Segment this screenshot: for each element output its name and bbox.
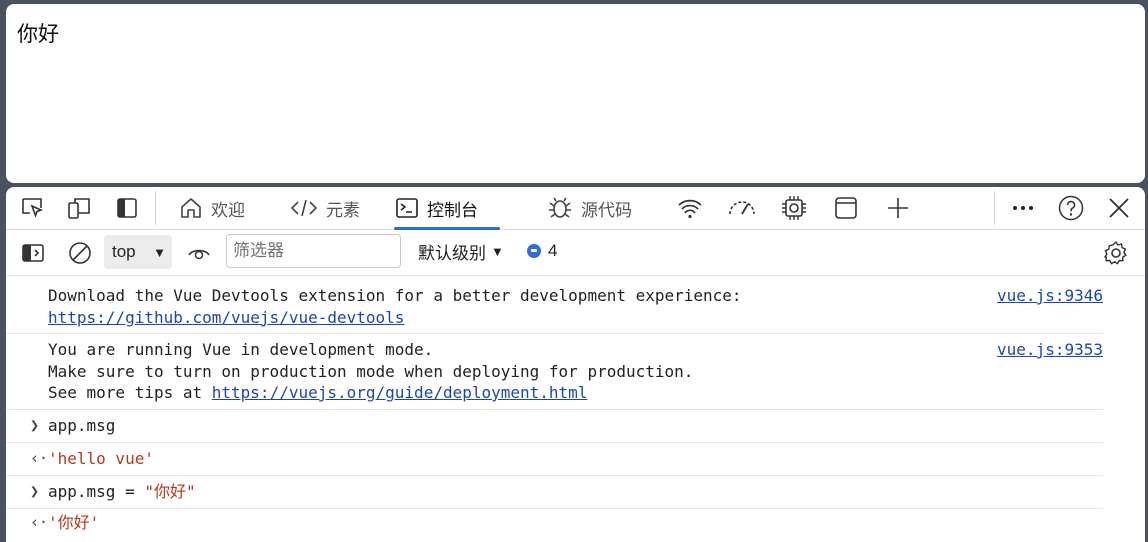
source-link[interactable]: vue.js:9346	[997, 285, 1103, 307]
tab-label: 控制台	[427, 200, 478, 220]
console-icon	[396, 198, 418, 218]
result-value: '你好'	[48, 513, 100, 532]
tab-label: 欢迎	[211, 200, 245, 220]
memory-chip-icon[interactable]	[780, 193, 808, 223]
more-options-icon[interactable]	[1010, 193, 1036, 223]
console-message: You are running Vue in development mode.…	[6, 333, 1103, 410]
input-expression: app.msg	[48, 416, 116, 435]
result-arrow-icon: ‹·	[30, 449, 49, 467]
devtools-link[interactable]: https://github.com/vuejs/vue-devtools	[48, 308, 404, 327]
console-sidebar-icon[interactable]	[20, 238, 46, 268]
tab-sources[interactable]: 源代码	[546, 187, 632, 229]
inspect-element-icon[interactable]	[20, 193, 46, 223]
filter-input[interactable]	[226, 234, 401, 268]
live-expression-eye-icon[interactable]	[186, 238, 212, 268]
divider	[155, 191, 156, 225]
source-link[interactable]: vue.js:9353	[997, 339, 1103, 361]
message-text: Download the Vue Devtools extension for …	[48, 286, 742, 305]
console-message: Download the Vue Devtools extension for …	[6, 276, 1103, 334]
tab-elements[interactable]: 元素	[289, 187, 360, 229]
webpage-viewport: 你好	[6, 4, 1145, 183]
console-output: Download the Vue Devtools extension for …	[6, 276, 1145, 542]
code-icon	[290, 199, 318, 217]
context-value: top	[112, 242, 136, 261]
context-selector[interactable]: top ▼	[104, 235, 172, 269]
message-text: See more tips at	[48, 383, 212, 402]
wifi-icon[interactable]	[676, 193, 704, 223]
message-text: You are running Vue in development mode.	[48, 340, 434, 359]
console-input-row: ❯ app.msg	[6, 409, 1103, 443]
message-icon	[527, 244, 541, 258]
message-count: 4	[548, 241, 558, 260]
close-icon[interactable]	[1106, 193, 1132, 223]
chevron-down-icon: ▼	[153, 245, 166, 260]
devtools-panel: 欢迎 元素 控制台 源代码 top ▼ 筛选器 默认级别 ▼ 4 Downloa…	[6, 187, 1145, 542]
help-icon[interactable]	[1057, 193, 1085, 223]
tab-console[interactable]: 控制台	[394, 187, 500, 230]
result-value: 'hello vue'	[48, 449, 154, 468]
chevron-down-icon: ▼	[491, 243, 504, 259]
input-chevron-icon: ❯	[30, 482, 40, 500]
input-string: "你好"	[144, 482, 196, 501]
tab-label: 源代码	[581, 200, 632, 220]
dock-side-icon[interactable]	[115, 193, 139, 223]
settings-gear-icon[interactable]	[1102, 238, 1130, 268]
application-panel-icon[interactable]	[833, 193, 859, 223]
tab-label: 元素	[326, 200, 360, 220]
message-text: Make sure to turn on production mode whe…	[48, 361, 694, 381]
log-level-dropdown[interactable]: 默认级别 ▼	[418, 236, 504, 266]
performance-gauge-icon[interactable]	[727, 193, 757, 223]
clear-console-icon[interactable]	[67, 238, 93, 268]
console-result-row: ‹· '你好'	[6, 508, 1103, 541]
result-arrow-icon: ‹·	[30, 513, 49, 531]
bug-icon	[549, 197, 571, 218]
tab-welcome[interactable]: 欢迎	[178, 187, 245, 229]
console-input-row: ❯ app.msg = "你好"	[6, 475, 1103, 509]
device-emulation-icon[interactable]	[66, 193, 92, 223]
console-toolbar: top ▼ 默认级别 ▼ 4	[6, 230, 1145, 276]
devtools-tabbar: 欢迎 元素 控制台 源代码	[6, 187, 1145, 230]
home-icon	[181, 198, 201, 218]
message-count-badge[interactable]: 4	[527, 236, 557, 266]
divider	[994, 191, 995, 225]
add-tool-icon[interactable]	[885, 193, 911, 223]
input-expression: app.msg =	[48, 482, 145, 501]
log-level-label: 默认级别	[418, 243, 486, 263]
page-content-text: 你好	[17, 23, 59, 46]
deployment-guide-link[interactable]: https://vuejs.org/guide/deployment.html	[212, 383, 588, 402]
input-chevron-icon: ❯	[30, 416, 40, 434]
console-result-row: ‹· 'hello vue'	[6, 442, 1103, 476]
